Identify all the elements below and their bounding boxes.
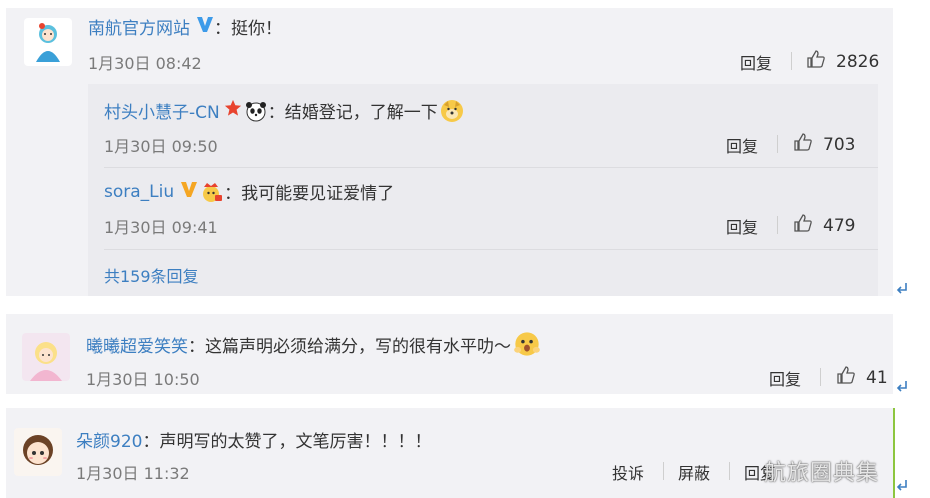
like-button[interactable]: 479 — [793, 213, 855, 238]
divider — [820, 368, 821, 386]
comment-line: 朵颜920 ： 声明写的太赞了，文笔厉害！！！！ — [76, 427, 431, 452]
colon: ： — [267, 103, 285, 123]
colon: ： — [224, 184, 242, 204]
shocked-icon — [513, 330, 541, 358]
reply-button[interactable]: 回复 — [769, 366, 801, 390]
like-count: 703 — [823, 134, 856, 155]
reply-button[interactable]: 回复 — [726, 214, 758, 238]
reply-time: 1月30日 09:50 — [104, 137, 218, 156]
verified-v-icon — [196, 15, 214, 38]
comment-author[interactable]: 朵颜920 — [76, 427, 142, 452]
reply-button[interactable]: 回复 — [726, 133, 758, 157]
like-button[interactable]: 2826 — [806, 49, 879, 74]
like-button[interactable]: 703 — [793, 132, 855, 157]
block-button[interactable]: 屏蔽 — [678, 460, 710, 484]
comment-line: 曦曦超爱笑笑 ： 这篇声明必须给满分，写的很有水平叻～ — [86, 330, 541, 358]
comment-text: 声明写的太赞了，文笔厉害！！！！ — [159, 432, 432, 452]
report-button[interactable]: 投诉 — [612, 460, 644, 484]
comment-card — [6, 408, 895, 498]
divider — [791, 52, 792, 70]
avatar[interactable] — [14, 428, 62, 476]
thumb-up-icon — [793, 132, 813, 157]
avatar[interactable] — [24, 18, 72, 66]
colon: ： — [214, 19, 231, 39]
reply-arrow-icon[interactable] — [895, 379, 909, 393]
reply-line: 村头小慧子-CN ： 结婚登记，了解一下 — [104, 98, 464, 123]
reply-author[interactable]: sora_Liu — [104, 182, 174, 202]
divider — [777, 216, 778, 234]
comment-text: 挺你！ — [231, 19, 282, 39]
reply-arrow-icon[interactable] — [895, 478, 909, 492]
crown-icon — [200, 180, 224, 204]
divider — [777, 135, 778, 153]
comment-time: 1月30日 11:32 — [76, 464, 190, 483]
panda-icon — [244, 99, 268, 123]
watermark: 航旅圈典集 — [764, 461, 880, 486]
thumb-up-icon — [806, 49, 826, 74]
reply-divider — [104, 249, 878, 250]
reply-text: 结婚登记，了解一下 — [284, 103, 438, 123]
verified-v-icon — [180, 180, 198, 203]
reply-arrow-icon[interactable] — [895, 281, 909, 295]
reply-author[interactable]: 村头小慧子-CN — [104, 98, 220, 123]
comment-text: 这篇声明必须给满分，写的很有水平叻～ — [205, 336, 511, 357]
reply-text: 我可能要见证爱情了 — [241, 184, 395, 204]
comment-author[interactable]: 曦曦超爱笑笑 — [86, 332, 188, 357]
reply-time: 1月30日 09:41 — [104, 218, 218, 237]
like-count: 479 — [823, 215, 856, 236]
colon: ： — [188, 336, 205, 357]
thumb-up-icon — [793, 213, 813, 238]
reply-button[interactable]: 回复 — [740, 50, 772, 74]
reply-line: sora_Liu ： 我可能要见证爱情了 — [104, 179, 395, 205]
comment-line: 南航官方网站 ： 挺你！ — [88, 14, 282, 39]
divider — [729, 462, 730, 480]
comment-time: 1月30日 10:50 — [86, 370, 200, 389]
comment-time: 1月30日 08:42 — [88, 54, 202, 73]
reply-divider — [104, 167, 878, 168]
like-button[interactable]: 41 — [836, 365, 888, 390]
colon: ： — [142, 432, 160, 452]
thumb-up-icon — [836, 365, 856, 390]
doge-icon — [440, 99, 464, 123]
divider — [663, 462, 664, 480]
comment-author[interactable]: 南航官方网站 — [88, 14, 190, 39]
like-count: 2826 — [836, 51, 880, 72]
more-replies-link[interactable]: 共159条回复 — [104, 263, 199, 287]
like-count: 41 — [866, 367, 888, 388]
star-icon — [224, 99, 242, 122]
avatar[interactable] — [22, 333, 70, 381]
